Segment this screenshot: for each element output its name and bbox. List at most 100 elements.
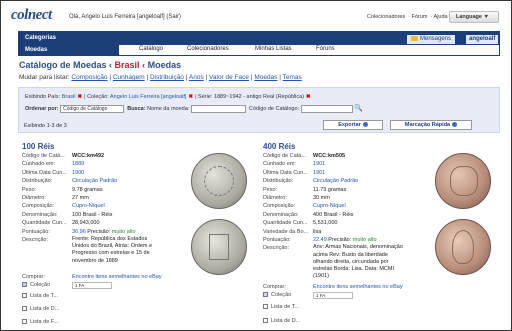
main-nav: Categorias Mensagens angeloalf Moedas Ca… — [18, 31, 500, 56]
marcacao-rapida-button[interactable]: Marcação Rápida — [390, 120, 472, 130]
remove-serie-icon[interactable]: ✖ — [306, 94, 311, 100]
exportar-button[interactable]: Exportar — [323, 120, 383, 130]
serie-value[interactable]: 1889~1942 - antigo Real (República) — [214, 94, 304, 100]
pais-value[interactable]: Brasil — [62, 94, 76, 100]
lista-checkbox[interactable] — [263, 304, 268, 310]
lista-row[interactable]: Lista de T... — [22, 293, 58, 299]
label-quantidade: Quantidade Cun... — [263, 220, 308, 227]
value-peso: 11.73 gramas — [313, 186, 347, 193]
value-cunhado[interactable]: 1889 — [72, 160, 84, 168]
filter-anos[interactable]: Anos — [189, 74, 204, 81]
link-ajuda[interactable]: Ajuda — [434, 14, 448, 20]
lista-label: Lista de D... — [271, 318, 301, 324]
nav-foruns[interactable]: Fóruns — [316, 46, 335, 52]
label-distribuicao: Distribuição: — [22, 178, 53, 185]
top-links: Colecionadores · Fórum · Ajuda — [367, 14, 448, 20]
serie-label: Série: — [198, 94, 213, 100]
lista-checkbox[interactable] — [22, 319, 27, 325]
pontuacao-score[interactable]: 36.96 — [72, 229, 86, 235]
help-icon[interactable] — [452, 122, 458, 128]
help-icon[interactable] — [362, 122, 368, 128]
value-ultima[interactable]: 1900 — [72, 169, 84, 177]
lista-checkbox[interactable] — [263, 318, 268, 324]
filter-composicao[interactable]: Composição — [71, 74, 107, 81]
label-descricao: Descrição: — [22, 237, 48, 243]
site-logo[interactable]: colnect — [11, 7, 52, 24]
envelope-icon — [411, 35, 418, 41]
value-ultima[interactable]: 1901 — [313, 169, 325, 177]
pontuacao-score[interactable]: 22.49 — [313, 237, 327, 243]
lista-row[interactable]: Lista de F... — [22, 319, 58, 325]
filter-distribuicao[interactable]: Distribuição — [150, 74, 184, 81]
coin-title[interactable]: 400 Réis — [263, 142, 295, 151]
label-ultima: Última Data Cun... — [22, 169, 67, 176]
comprar-label: Comprar: — [263, 284, 286, 290]
label-peso: Peso: — [263, 186, 278, 193]
colecao-label: Coleção: — [87, 94, 109, 100]
coin-reverse-image[interactable] — [435, 219, 491, 275]
value-composicao[interactable]: Cupro-Níquel — [313, 202, 346, 210]
lista-row[interactable]: Lista de T... — [263, 304, 299, 310]
colecao-checkbox[interactable] — [22, 282, 27, 288]
label-variedade: Variedade da Bo... — [263, 228, 309, 235]
value-distribuicao[interactable]: Circulação Padrão — [313, 177, 358, 185]
coin-reverse-image[interactable] — [191, 219, 247, 275]
nav-colecionadores[interactable]: Colecionadores — [187, 46, 229, 52]
colecao-value[interactable]: Angelo Luis Ferreira [angeloalf] — [110, 94, 186, 100]
value-denominacao: 100 Brasil - Réis — [72, 211, 113, 218]
lista-label: Lista de T... — [271, 304, 300, 310]
lista-checkbox[interactable] — [22, 293, 27, 299]
value-distribuicao[interactable]: Circulação Padrão — [72, 177, 117, 185]
username[interactable]: angeloalf — [466, 35, 499, 44]
quantity-input[interactable]: 1 FA — [72, 282, 112, 289]
search-icon[interactable]: 🔍 — [354, 105, 363, 112]
filter-temas[interactable]: Temas — [283, 74, 302, 81]
exibindo-label: Exibindo — [25, 94, 47, 100]
remove-pais-icon[interactable]: ✖ — [77, 94, 82, 100]
busca-input[interactable] — [190, 104, 246, 113]
coin-emblem — [209, 234, 229, 260]
codigo-input[interactable] — [300, 104, 353, 113]
label-composicao: Composição: — [22, 203, 55, 210]
value-cunhado[interactable]: 1901 — [313, 160, 325, 168]
colecao-row[interactable]: Coleção — [22, 282, 50, 288]
descricao-line: estrelas Borda: Lisa. Data: MCMI — [313, 266, 395, 272]
nav-minhas-listas[interactable]: Minhas Listas — [255, 46, 292, 52]
lista-checkbox[interactable] — [22, 306, 27, 312]
coin-inner-ring — [204, 166, 234, 196]
categories-label[interactable]: Categorias — [25, 35, 56, 41]
colecao-checkbox[interactable] — [263, 292, 268, 298]
ordenar-select[interactable]: Código de Catálogo — [60, 104, 125, 113]
filter-cunhagem[interactable]: Cunhagem — [113, 74, 145, 81]
value-variedade: lisa — [313, 228, 322, 235]
remove-colecao-icon[interactable]: ✖ — [188, 94, 193, 100]
tab-moedas[interactable]: Moedas — [19, 45, 119, 55]
value-composicao[interactable]: Cupro-Níquel — [72, 202, 105, 210]
lista-row[interactable]: Lista de D... — [263, 318, 300, 324]
language-button[interactable]: Language ▼ — [449, 11, 499, 23]
quantity-input[interactable]: 1 FA — [313, 292, 353, 299]
colecao-row[interactable]: Coleção — [263, 292, 291, 298]
label-quantidade: Quantidade Cun... — [22, 220, 67, 227]
link-colecionadores[interactable]: Colecionadores — [367, 14, 405, 20]
coin-title[interactable]: 100 Réis — [22, 142, 54, 151]
label-pontuacao: Pontuação: — [22, 228, 50, 235]
busca-label: Busca: — [127, 106, 146, 112]
ebay-link[interactable]: Encontre itens semelhantes no eBay — [72, 274, 162, 280]
precisao-label: Precisão: — [328, 237, 352, 243]
coin-obverse-image[interactable] — [435, 153, 491, 209]
value-descricao: Frente: República dos Estados Unidos do … — [72, 236, 152, 265]
breadcrumb-catalogo[interactable]: Catálogo de Moedas — [19, 60, 107, 70]
link-forum[interactable]: Fórum — [412, 14, 428, 20]
ebay-link[interactable]: Encontre itens semelhantes no eBay — [313, 284, 403, 290]
filter-moedas[interactable]: Moedas — [254, 74, 277, 81]
nav-catalogo[interactable]: Catálogo — [139, 46, 163, 52]
coin-obverse-image[interactable] — [191, 153, 247, 209]
descricao-line: (1901) — [313, 273, 329, 280]
breadcrumb-brasil[interactable]: Brasil — [115, 60, 140, 70]
filter-valor-de-face[interactable]: Valor de Face — [209, 74, 249, 81]
lista-row[interactable]: Lista de D... — [22, 306, 59, 312]
coin-details: Código de Catá... WCC:km492 Cunhado em: … — [22, 152, 192, 264]
messages-link[interactable]: Mensagens — [407, 35, 456, 44]
welcome-text[interactable]: Olá, Angelo Luis Ferreira [angeloalf] (S… — [69, 14, 181, 20]
